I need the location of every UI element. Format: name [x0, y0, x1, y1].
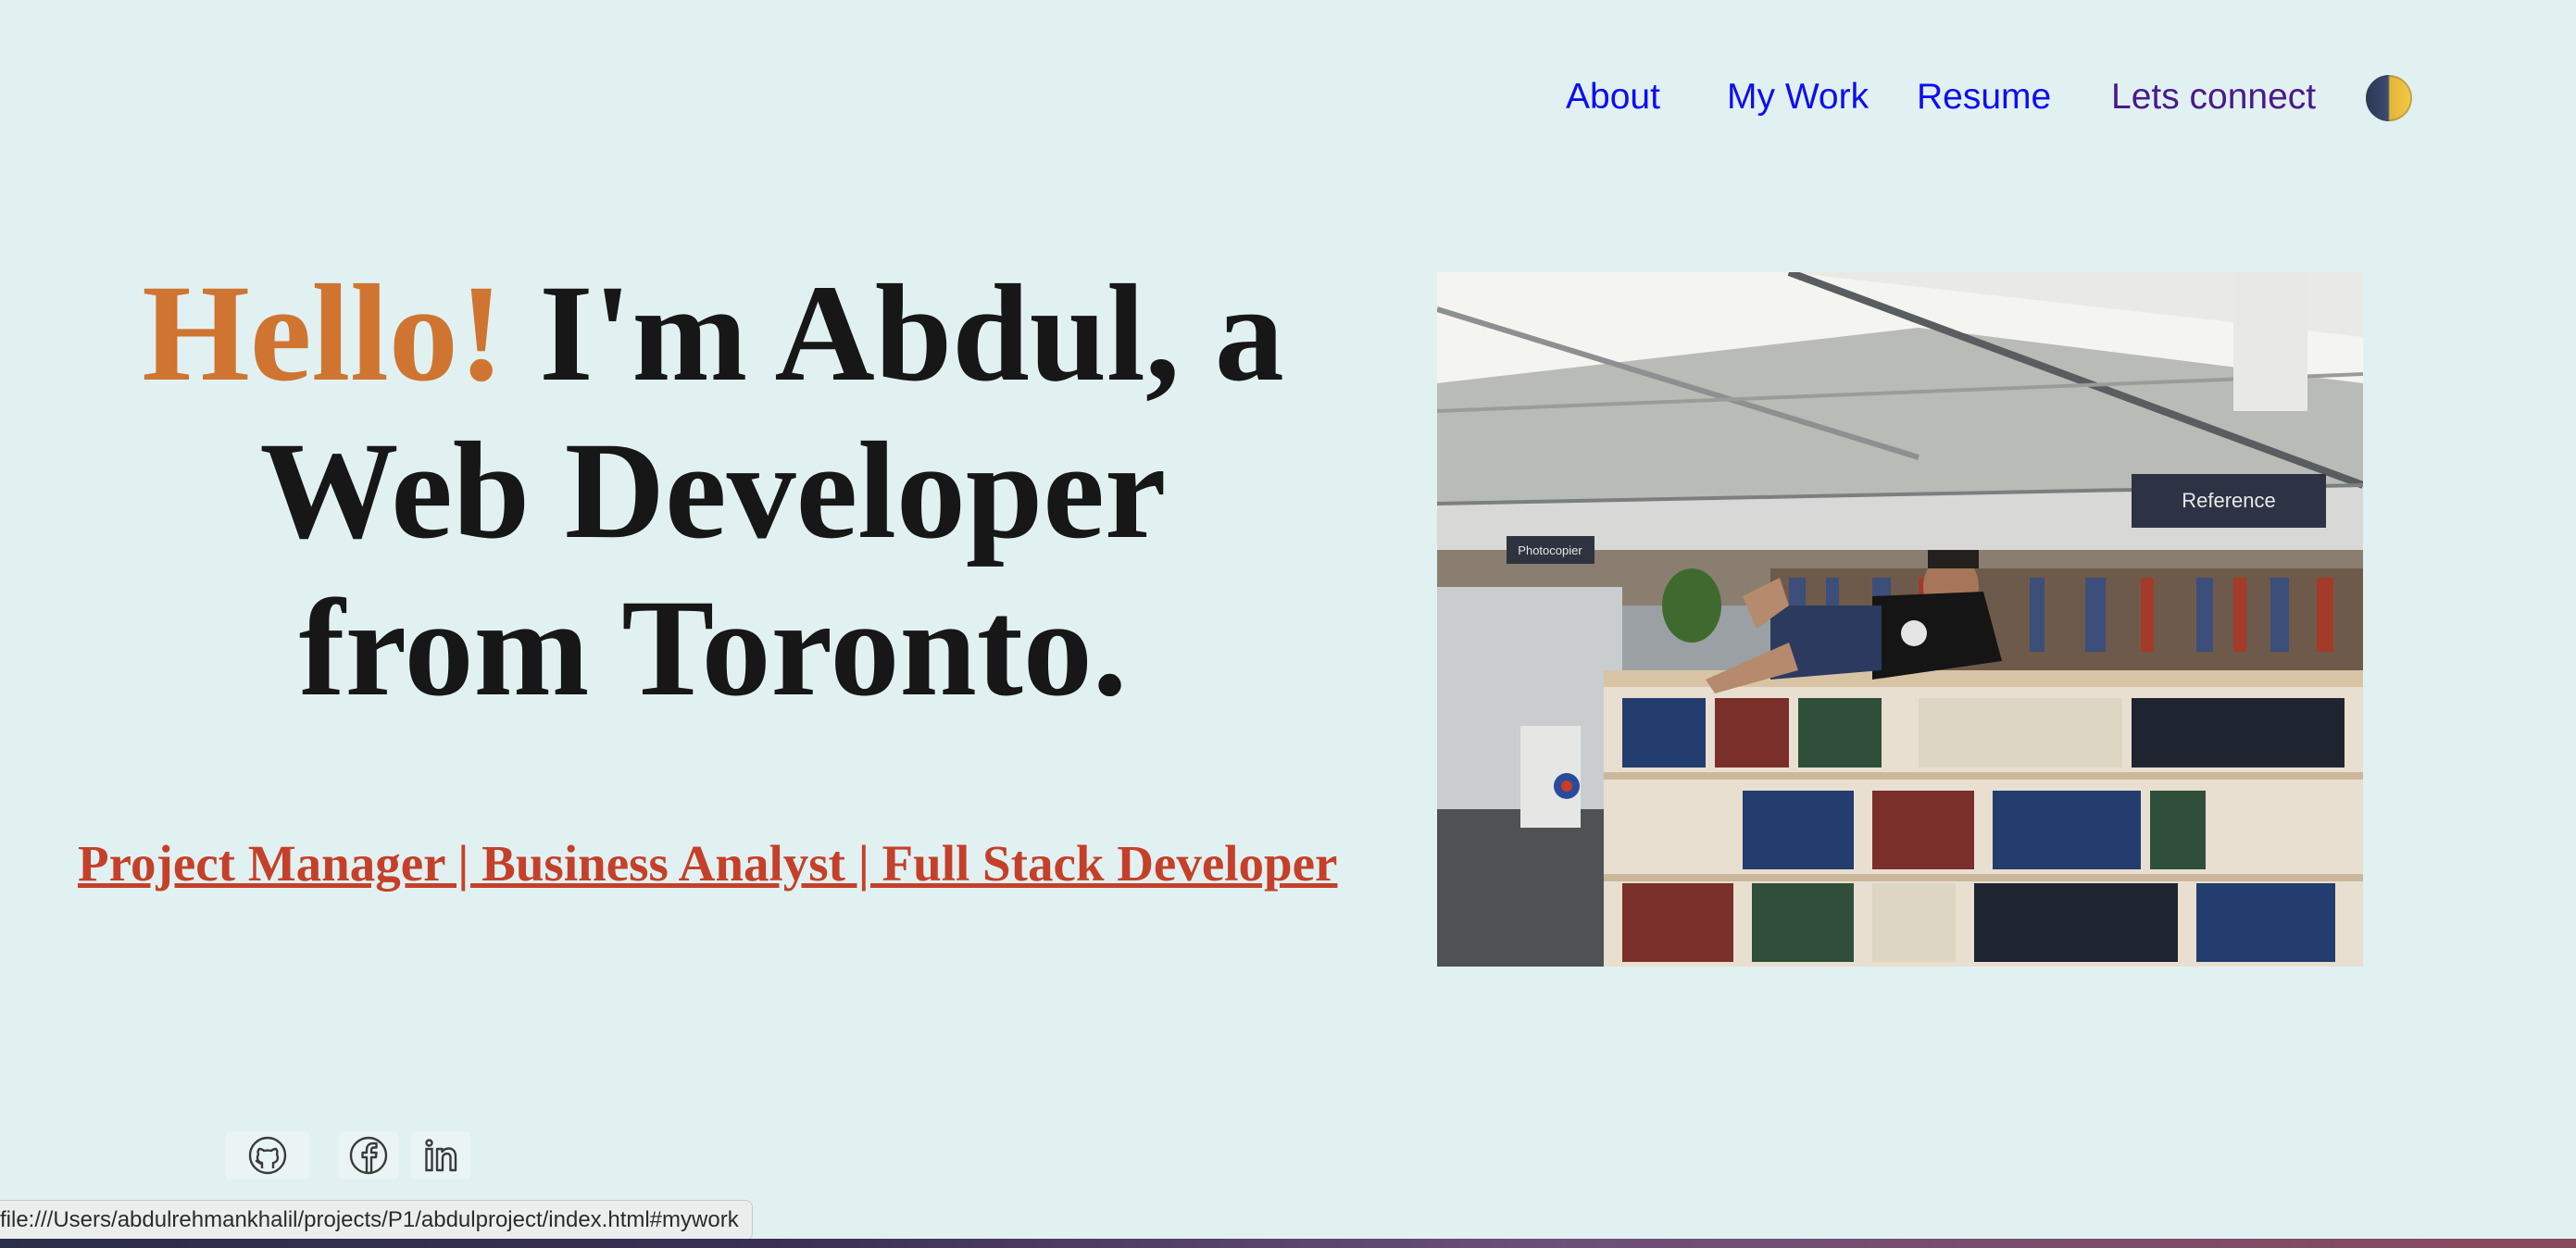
facebook-link[interactable] [339, 1131, 398, 1179]
nav-link-lets-connect[interactable]: Lets connect [2111, 74, 2316, 120]
github-link[interactable] [226, 1131, 309, 1179]
hero-line3: from Toronto. [298, 571, 1128, 725]
linkedin-link[interactable] [411, 1131, 470, 1179]
hero-line2: Web Developer [259, 414, 1167, 568]
window-bottom-edge [0, 1239, 2576, 1248]
profile-photo: Photocopier Reference [1437, 272, 2363, 967]
sign-photocopier: Photocopier [1518, 543, 1582, 557]
hero-hello: Hello! [142, 256, 505, 410]
page: About My Work Resume Lets connect Hello!… [0, 0, 2576, 1248]
nav-link-resume[interactable]: Resume [1917, 74, 2051, 120]
hero-line1: I'm Abdul, a [539, 256, 1284, 410]
status-bar-url: file:///Users/abdulrehmankhalil/projects… [0, 1200, 753, 1241]
linkedin-icon [425, 1139, 457, 1172]
roles-link[interactable]: Project Manager | Business Analyst | Ful… [78, 831, 1337, 896]
facebook-icon [349, 1136, 388, 1175]
sign-reference: Reference [2182, 489, 2276, 512]
moon-sun-toggle-icon[interactable] [2366, 75, 2412, 121]
github-icon [248, 1136, 287, 1175]
nav-link-about[interactable]: About [1566, 74, 1660, 120]
nav-link-my-work[interactable]: My Work [1727, 74, 1869, 120]
hero-heading: Hello! I'm Abdul, a Web Developer from T… [56, 255, 1370, 727]
